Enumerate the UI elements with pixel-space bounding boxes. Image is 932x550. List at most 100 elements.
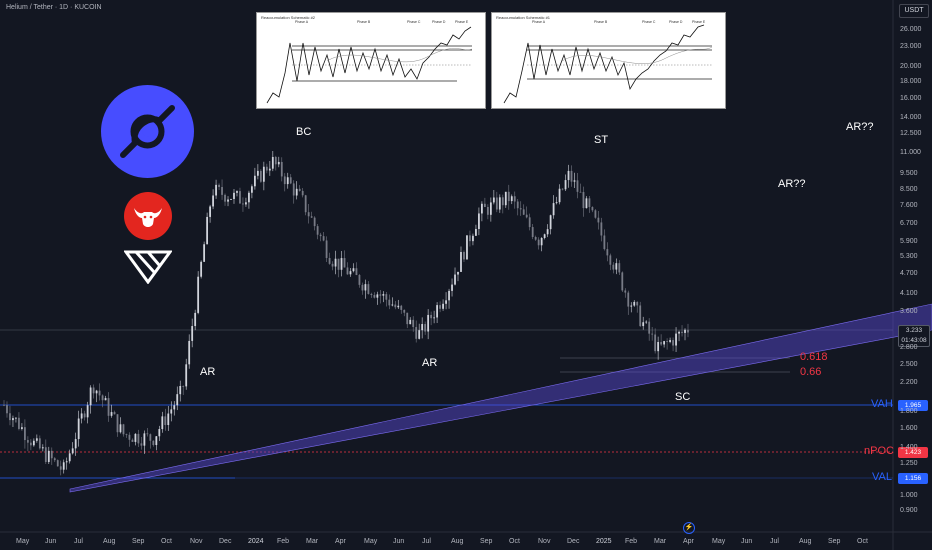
phase-label: Phase A [295, 20, 309, 24]
candle-body [445, 300, 447, 304]
y-tick-label: 16.000 [900, 95, 922, 103]
candle-body [615, 263, 618, 270]
y-tick-label: 1.400 [900, 443, 918, 451]
candle-body [648, 321, 651, 334]
candle-body [621, 272, 624, 291]
candle-body [221, 187, 223, 195]
candle-body [191, 326, 194, 341]
candle-body [475, 228, 477, 236]
candle-body [268, 168, 271, 171]
candle-body [292, 183, 295, 196]
candle-body [12, 418, 14, 421]
candle-body [128, 434, 131, 440]
candle-body [391, 304, 394, 306]
candle-body [47, 450, 50, 462]
x-tick-label: Aug [799, 538, 812, 545]
y-tick-label: 18.000 [900, 78, 922, 86]
candle-body [528, 217, 531, 228]
candle-body [675, 333, 677, 346]
candle-body [513, 196, 516, 202]
candle-body [26, 440, 29, 443]
x-tick-label: Aug [103, 538, 116, 545]
candle-body [642, 322, 645, 327]
candle-body [74, 439, 77, 449]
candle-body [41, 447, 44, 449]
candle-body [519, 208, 522, 210]
ar-mid-label: AR [422, 357, 438, 369]
sc-label: SC [675, 391, 691, 403]
candle-body [510, 196, 513, 202]
st-label: ST [594, 134, 609, 146]
vah-label: VAH [871, 398, 893, 410]
candle-body [152, 440, 155, 446]
y-tick-label: 11.000 [900, 148, 921, 156]
candle-body [161, 416, 164, 430]
candle-body [310, 216, 313, 218]
y-tick-label: 0.900 [900, 506, 918, 514]
candle-body [283, 176, 286, 185]
schematic-inset-1: Reaccumulation Schematic #1 Phase A Phas… [491, 12, 726, 109]
y-tick-label: 20.000 [900, 63, 922, 71]
candle-body [200, 261, 203, 277]
x-tick-label: 2024 [248, 538, 264, 545]
y-tick-label: 5.900 [900, 237, 918, 245]
candle-body [170, 409, 173, 414]
candle-body [433, 317, 436, 319]
y-tick-label: 1.800 [900, 407, 918, 415]
x-tick-label: Oct [857, 538, 868, 545]
x-tick-label: Jul [770, 538, 779, 545]
x-tick-label: Mar [306, 538, 319, 545]
candle-body [224, 194, 226, 202]
candle-body [343, 258, 346, 268]
candle-body [630, 305, 633, 307]
npoc-label: nPOC [864, 445, 894, 457]
candle-body [436, 305, 439, 318]
candle-body [274, 156, 277, 165]
phase-label: Phase C [407, 20, 421, 24]
candle-body [403, 309, 406, 313]
ar-question-label-1: AR?? [846, 121, 874, 133]
candle-body [125, 434, 128, 436]
x-tick-label: May [16, 538, 30, 545]
candle-body [424, 324, 427, 332]
candle-body [645, 321, 648, 323]
candle-body [558, 188, 561, 203]
candle-body [564, 180, 567, 190]
phase-label: Phase D [432, 20, 446, 24]
candle-body [316, 226, 319, 235]
candle-body [582, 192, 585, 209]
y-tick-label: 7.600 [900, 201, 918, 209]
candle-body [262, 166, 265, 182]
candle-body [588, 198, 591, 208]
candle-body [627, 292, 630, 307]
candle-body [612, 264, 615, 270]
candle-body [167, 413, 170, 426]
candle-body [666, 341, 668, 342]
candle-body [155, 436, 158, 446]
y-tick-label: 4.100 [900, 289, 918, 297]
candle-body [104, 398, 107, 401]
candle-body [337, 258, 340, 270]
candle-body [62, 462, 65, 470]
candle-body [242, 203, 244, 205]
currency-button[interactable]: USDT [899, 4, 929, 18]
candle-body [277, 161, 280, 165]
candle-body [516, 201, 519, 209]
fib-066-label: 0.66 [800, 366, 822, 378]
candle-body [164, 416, 167, 426]
candle-body [415, 327, 418, 339]
candle-body [21, 427, 23, 429]
x-tick-label: May [364, 538, 378, 545]
lightning-icon[interactable]: ⚡ [683, 522, 695, 534]
candle-body [188, 340, 191, 365]
candle-body [504, 191, 507, 206]
y-tick-label: 5.300 [900, 253, 918, 261]
candle-body [684, 329, 686, 333]
candle-body [469, 235, 471, 242]
phase-label: Phase E [455, 20, 469, 24]
candle-body [379, 294, 382, 296]
candle-body [409, 319, 412, 325]
candle-body [543, 234, 546, 239]
phase-label: Phase B [594, 20, 608, 24]
candle-body [301, 190, 304, 196]
